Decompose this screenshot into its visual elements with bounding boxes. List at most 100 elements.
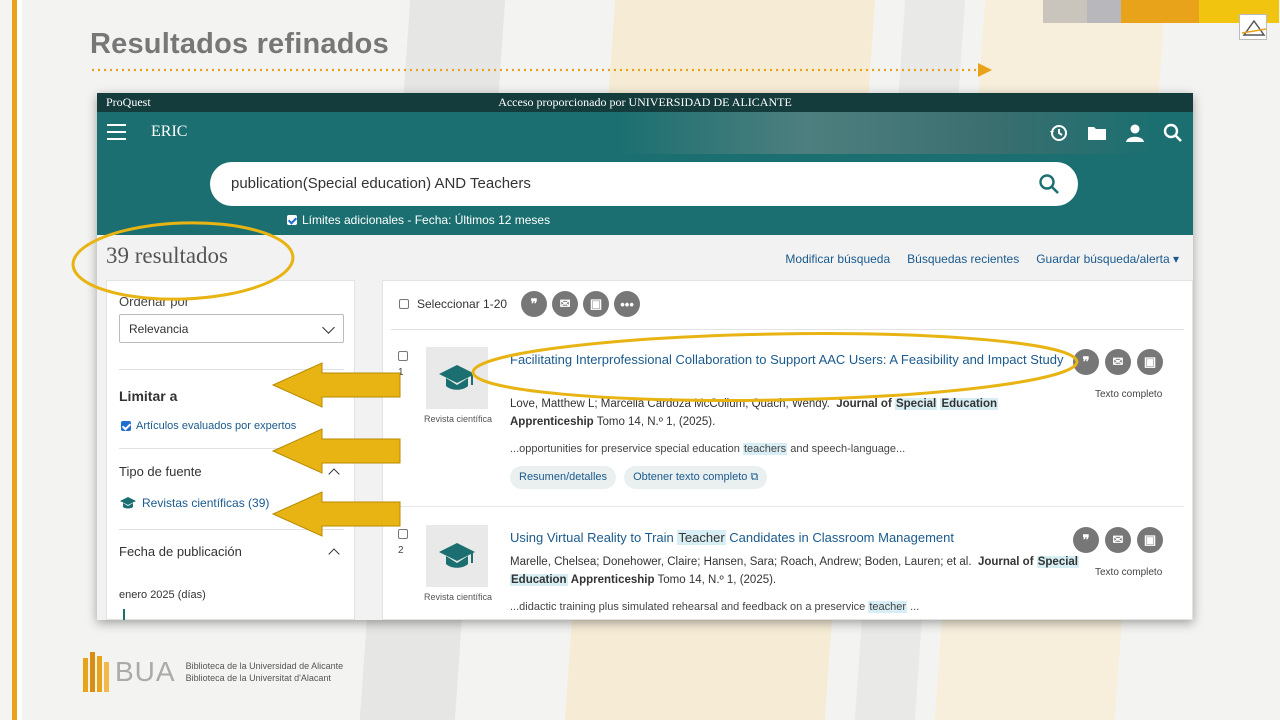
record-type: Revista científica (423, 414, 493, 424)
modify-search-link[interactable]: Modificar búsqueda (785, 252, 890, 266)
filter-sidebar: Ordenar por Relevancia Limitar a Artícul… (106, 280, 355, 620)
record-number: 1 (398, 367, 404, 378)
email-icon[interactable]: ✉ (552, 291, 579, 317)
cite-icon[interactable]: ❞ (1073, 349, 1099, 375)
peer-reviewed-label[interactable]: Artículos evaluados por expertos (136, 420, 296, 432)
slide-title: Resultados refinados (90, 28, 389, 60)
ua-logo-icon (1239, 14, 1267, 40)
sort-select[interactable]: Relevancia (119, 314, 344, 343)
search-input[interactable]: publication(Special education) AND Teach… (210, 162, 1078, 206)
journal-suffix: Apprenticeship (570, 574, 655, 586)
divider (391, 506, 1184, 507)
divider (119, 448, 344, 449)
bua-logo-text: BUA (115, 656, 176, 687)
fulltext-label[interactable]: Texto completo (1095, 389, 1162, 400)
snippet-highlight: teacher (868, 601, 908, 613)
save-icon[interactable]: ▣ (583, 291, 610, 317)
record-citation: Marelle, Chelsea; Donehower, Claire; Han… (510, 553, 1090, 589)
divider (119, 369, 344, 370)
graduation-cap-icon (439, 543, 475, 568)
title-highlight: Teacher (677, 530, 726, 545)
proquest-screenshot: ProQuest Acceso proporcionado por UNIVER… (97, 93, 1193, 620)
sort-label: Ordenar por (119, 294, 190, 309)
abstract-details-button[interactable]: Resumen/detalles (510, 466, 617, 489)
proquest-topbar: ProQuest Acceso proporcionado por UNIVER… (97, 93, 1193, 112)
results-count: 39 resultados (106, 243, 229, 268)
record-snippet: ...opportunities for preservice special … (510, 443, 906, 455)
books-icon (83, 652, 109, 692)
footer-line-2: Biblioteca de la Universitat d'Alacant (185, 673, 331, 683)
access-provider: Acceso proporcionado por UNIVERSIDAD DE … (498, 95, 792, 109)
history-icon[interactable] (1047, 121, 1071, 145)
search-band: publication(Special education) AND Teach… (97, 154, 1193, 235)
get-fulltext-button[interactable]: Obtener texto completo ⧉ (624, 466, 768, 489)
recent-searches-link[interactable]: Búsquedas recientes (907, 252, 1019, 266)
graduation-cap-icon (439, 365, 475, 390)
limit-heading: Limitar a (119, 388, 178, 404)
journal-highlight: Education (510, 574, 568, 586)
search-submit-icon[interactable] (1038, 173, 1060, 195)
record-title[interactable]: Using Virtual Reality to Train Teacher C… (510, 528, 1070, 548)
email-icon[interactable]: ✉ (1105, 527, 1131, 553)
email-icon[interactable]: ✉ (1105, 349, 1131, 375)
record-thumbnail[interactable] (426, 347, 488, 409)
journal-prefix: Journal of (977, 556, 1034, 568)
record-thumbnail[interactable] (426, 525, 488, 587)
record-checkbox[interactable] (398, 529, 408, 539)
navbar: ERIC (97, 112, 1193, 154)
search-query[interactable]: publication(Special education) AND Teach… (231, 175, 531, 192)
chevron-down-icon (322, 321, 335, 334)
journal-highlight: Education (940, 398, 999, 410)
bua-logo: BUA Biblioteca de la Universidad de Alic… (83, 652, 343, 692)
date-slider[interactable] (123, 609, 125, 620)
record-volume: Tomo 14, N.º 1, (2025). (596, 416, 716, 428)
limits-label: Límites adicionales - Fecha: Últimos 12 … (302, 213, 551, 227)
chevron-up-icon[interactable] (328, 468, 340, 480)
source-type-item[interactable]: Revistas científicas (39) (142, 496, 269, 510)
save-icon[interactable]: ▣ (1137, 527, 1163, 553)
peer-reviewed-filter[interactable]: Artículos evaluados por expertos (121, 420, 296, 432)
search-icon[interactable] (1161, 121, 1185, 145)
save-icon[interactable]: ▣ (1137, 349, 1163, 375)
journal-highlight: Special (1036, 556, 1080, 568)
journal-prefix: Journal of (836, 398, 892, 410)
record-snippet: ...didactic training plus simulated rehe… (510, 601, 920, 613)
record-number: 2 (398, 545, 404, 556)
fulltext-label[interactable]: Texto completo (1095, 567, 1162, 578)
record-citation: Love, Matthew L; Marcella Cardoza McColl… (510, 395, 1090, 431)
more-icon[interactable]: ••• (614, 291, 641, 317)
chevron-up-icon[interactable] (328, 548, 340, 560)
record-authors: Marelle, Chelsea; Donehower, Claire; Han… (510, 556, 972, 568)
select-all-checkbox[interactable] (399, 299, 409, 309)
additional-limits[interactable]: Límites adicionales - Fecha: Últimos 12 … (287, 213, 550, 227)
cite-icon[interactable]: ❞ (1073, 527, 1099, 553)
snippet-highlight: teachers (742, 443, 788, 455)
divider (119, 529, 344, 530)
save-search-link[interactable]: Guardar búsqueda/alerta ▾ (1036, 252, 1179, 266)
peer-reviewed-checkbox[interactable] (121, 421, 131, 431)
record-checkbox[interactable] (398, 351, 408, 361)
record-title[interactable]: Facilitating Interprofessional Collabora… (510, 350, 1070, 370)
dotted-arrow-icon (92, 63, 992, 77)
graduation-cap-icon (120, 497, 136, 509)
menu-icon[interactable] (107, 124, 126, 140)
divider (391, 329, 1184, 330)
folder-icon[interactable] (1085, 121, 1109, 145)
record-type: Revista científica (423, 592, 493, 602)
source-type-journals[interactable]: Revistas científicas (39) (119, 496, 269, 510)
source-type-heading[interactable]: Tipo de fuente (119, 464, 202, 479)
limits-checkbox[interactable] (287, 215, 297, 225)
sort-value: Relevancia (129, 322, 189, 336)
slide-left-stripe (0, 0, 22, 720)
pub-date-heading[interactable]: Fecha de publicación (119, 544, 242, 559)
record-volume: Tomo 14, N.º 1, (2025). (657, 574, 777, 586)
user-icon[interactable] (1123, 121, 1147, 145)
record-authors: Love, Matthew L; Marcella Cardoza McColl… (510, 398, 830, 410)
database-name[interactable]: ERIC (151, 123, 187, 141)
footer-line-1: Biblioteca de la Universidad de Alicante (185, 661, 344, 671)
pub-date-value: enero 2025 (días) (119, 589, 206, 601)
journal-suffix: Apprenticeship (510, 416, 594, 428)
results-panel: Seleccionar 1-20 ❞ ✉ ▣ ••• 1 Revista cie… (382, 280, 1193, 620)
select-all-label[interactable]: Seleccionar 1-20 (417, 297, 507, 311)
cite-icon[interactable]: ❞ (521, 291, 548, 317)
